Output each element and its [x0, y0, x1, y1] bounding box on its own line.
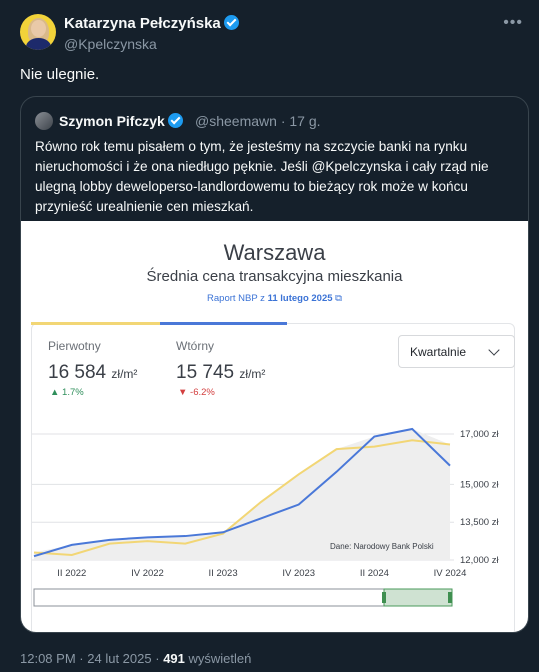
tweet-text: Nie ulegnie.: [20, 66, 100, 83]
author-name[interactable]: Katarzyna Pełczyńska: [64, 15, 221, 32]
tweet-date[interactable]: 24 lut 2025: [87, 651, 151, 666]
y-axis-labels: 17,000 zł 15,000 zł 13,500 zł 12,000 zł: [460, 429, 499, 566]
x-tick-label: IV 2022: [131, 568, 164, 579]
quoted-author-name-row[interactable]: Szymon Pifczyk: [59, 113, 183, 129]
tweet-metadata: 12:08 PM · 24 lut 2025 · 491 wyświetleń: [20, 651, 251, 666]
verified-badge-icon: [223, 15, 239, 30]
quoted-author-avatar[interactable]: [35, 112, 53, 130]
chart-panel: Pierwotny 16 584 zł/m² ▲ 1.7% Wtórny 15 …: [31, 322, 515, 632]
y-tick-label: 15,000 zł: [460, 479, 499, 490]
tweet-time[interactable]: 12:08 PM: [20, 651, 76, 666]
meta-separator: ·: [155, 651, 160, 666]
author-handle[interactable]: @Kpelczynska: [64, 36, 157, 52]
quoted-tweet-text: Równo rok temu pisałem o tym, że jesteśm…: [35, 139, 489, 214]
chart-title: Warszawa: [223, 240, 326, 265]
quoted-verified-badge-icon: [167, 113, 183, 128]
tweet-header: Katarzyna Pełczyńska @Kpelczynska •••: [20, 14, 523, 54]
x-tick-label: II 2022: [57, 568, 86, 579]
x-axis-labels: II 2022 IV 2022 II 2023 IV 2023 II 2024 IV 20…: [57, 568, 466, 579]
navigator-window: [383, 588, 453, 607]
quoted-tweet-age: · 17 g.: [280, 113, 321, 129]
author-name-row[interactable]: Katarzyna Pełczyńska: [64, 15, 239, 32]
quoted-tweet[interactable]: Szymon Pifczyk @sheemawn · 17 g. Równo r…: [20, 96, 529, 633]
x-tick-label: IV 2024: [434, 568, 467, 579]
navigator-handle-left: [382, 592, 386, 603]
x-tick-label: IV 2023: [282, 568, 315, 579]
quoted-author-handle[interactable]: @sheemawn: [195, 113, 277, 129]
line-chart: 17,000 zł 15,000 zł 13,500 zł 12,000 zł II …: [32, 427, 499, 607]
author-avatar[interactable]: [20, 14, 56, 50]
area-fill: [34, 428, 450, 560]
report-link-date: 11 lutego 2025: [267, 293, 333, 304]
y-tick-label: 12,000 zł: [460, 555, 499, 566]
report-link: Raport NBP z 11 lutego 2025 ⧉: [21, 293, 528, 304]
views-label: wyświetleń: [188, 651, 252, 666]
quoted-author-name[interactable]: Szymon Pifczyk: [59, 113, 165, 129]
data-source-note: Dane: Narodowy Bank Polski: [330, 542, 434, 551]
y-tick-label: 17,000 zł: [460, 429, 499, 440]
report-link-prefix: Raport NBP z: [207, 293, 268, 304]
quoted-author-meta: @sheemawn · 17 g.: [195, 113, 321, 129]
chart-image[interactable]: Warszawa Średnia cena transakcyjna miesz…: [21, 221, 528, 632]
meta-separator: ·: [79, 651, 84, 666]
x-tick-label: II 2024: [360, 568, 389, 579]
external-link-icon: ⧉: [335, 293, 342, 304]
more-options-icon[interactable]: •••: [503, 14, 523, 32]
chart-subtitle: Średnia cena transakcyjna mieszkania: [146, 268, 403, 285]
y-tick-label: 13,500 zł: [460, 517, 499, 528]
x-tick-label: II 2023: [209, 568, 238, 579]
range-navigator: [33, 588, 453, 607]
navigator-handle-right: [448, 592, 452, 603]
views-count: 491: [163, 651, 185, 666]
